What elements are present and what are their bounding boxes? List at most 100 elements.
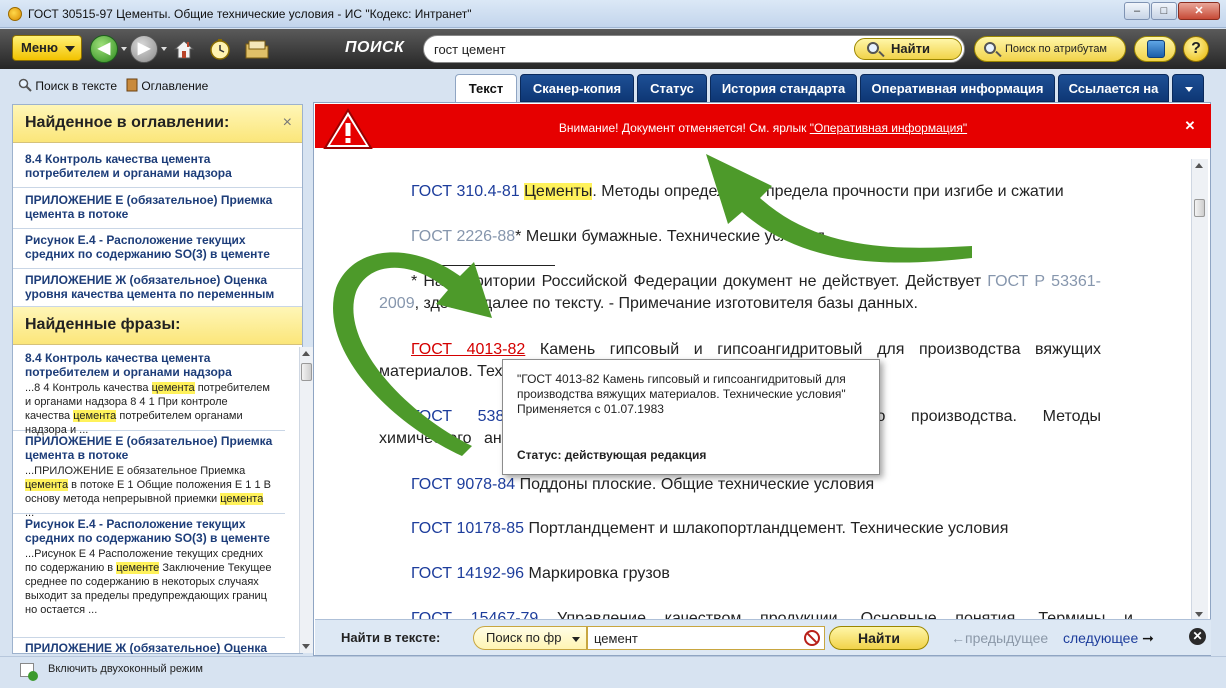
search-find-button[interactable]: Найти (854, 38, 962, 60)
phrase-title: Рисунок Е.4 - Расположение текущих средн… (25, 517, 270, 545)
dual-window-toggle[interactable] (20, 663, 38, 681)
search-label: ПОИСК (345, 39, 405, 56)
doc-paragraph: ГОСТ 15467-79 Управление качеством проду… (411, 608, 1133, 619)
clear-icon[interactable] (804, 630, 820, 646)
doc-paragraph: ГОСТ 10178-85 Портландцемент и шлакопорт… (411, 520, 1009, 537)
help-icon[interactable]: ? (1183, 36, 1209, 62)
phrase-item[interactable]: 8.4 Контроль качества цемента потребител… (13, 348, 285, 436)
phrase-item[interactable]: Рисунок Е.4 - Расположение текущих средн… (13, 514, 285, 638)
chevron-down-icon (1185, 87, 1193, 92)
scroll-down-icon[interactable] (302, 644, 310, 649)
scroll-up-icon[interactable] (1195, 163, 1203, 168)
tooltip-status: Статус: действующая редакция (517, 448, 707, 462)
find-in-text-button[interactable]: Найти (829, 626, 929, 650)
home-icon[interactable] (172, 37, 196, 61)
phrase-title: ПРИЛОЖЕНИЕ Ж (обязательное) Оценка (25, 641, 268, 654)
toc-item[interactable]: 8.4 Контроль качества цемента потребител… (13, 148, 302, 188)
tooltip-applied: Применяется с 01.07.1983 (517, 402, 664, 416)
scroll-down-icon[interactable] (1195, 612, 1203, 617)
findbar-close-icon[interactable]: ✕ (1189, 628, 1206, 645)
search-find-label: Найти (891, 41, 930, 56)
minimize-button[interactable]: – (1124, 2, 1150, 20)
doc-link-hover[interactable]: ГОСТ 4013-82 (411, 341, 525, 358)
toc-item[interactable]: Рисунок Е.4 - Расположение текущих средн… (13, 229, 302, 269)
tab-standard-history[interactable]: История стандарта (710, 74, 857, 102)
tooltip-title: "ГОСТ 4013-82 Камень гипсовый и гипсоанг… (517, 372, 846, 401)
clock-icon[interactable] (208, 37, 232, 61)
search-box: Найти (423, 35, 965, 63)
menu-button[interactable]: Меню (12, 35, 82, 61)
next-match-link[interactable]: следующее ➞ (1063, 630, 1154, 647)
dual-window-label: Включить двухоконный режим (48, 663, 203, 675)
forward-history-dropdown-icon[interactable] (161, 47, 167, 51)
left-scrollbar[interactable] (299, 347, 313, 653)
document-scrollbar[interactable] (1191, 159, 1208, 621)
alert-close-icon[interactable]: ✕ (1183, 119, 1197, 133)
toc-close-icon[interactable]: × (283, 114, 292, 132)
previous-match-link[interactable]: ←предыдущее (951, 630, 1048, 646)
left-panel: Найденное в оглавлении: × 8.4 Контроль к… (12, 104, 313, 654)
phrase-item[interactable]: ПРИЛОЖЕНИЕ Ж (обязательное) Оценка (13, 638, 285, 654)
magnifier-icon (867, 42, 879, 54)
toggle-indicator-icon (28, 671, 38, 681)
back-arrow-icon[interactable]: ◀ (90, 35, 118, 63)
title-bar: ГОСТ 30515-97 Цементы. Общие технические… (0, 0, 1226, 28)
tab-operational-info[interactable]: Оперативная информация (860, 74, 1055, 102)
attribute-search-button[interactable]: Поиск по атрибутам (974, 36, 1126, 62)
status-bar: Включить двухоконный режим (0, 656, 1226, 688)
scroll-thumb[interactable] (1194, 199, 1205, 217)
folder-icon[interactable] (244, 37, 269, 61)
chevron-down-icon (65, 46, 75, 52)
doc-paragraph: ГОСТ 310.4-81 Цементы. Методы определени… (411, 183, 1064, 200)
toc-item[interactable]: ПРИЛОЖЕНИЕ Ж (обязательное) Оценка уровн… (13, 269, 302, 307)
main-toolbar: Меню ◀ ▶ ПОИСК Найти Поиск по атрибутам … (0, 29, 1226, 69)
doc-link[interactable]: ГОСТ 14192-96 (411, 565, 524, 582)
phrase-snippet: ...ПРИЛОЖЕНИЕ Е обязательное Приемка цем… (25, 465, 271, 519)
alert-link[interactable]: "Оперативная информация" (810, 121, 967, 135)
globe-icon (1147, 40, 1165, 58)
tab-contents[interactable]: Оглавление (126, 78, 208, 93)
back-history-dropdown-icon[interactable] (121, 47, 127, 51)
attribute-search-label: Поиск по атрибутам (1005, 43, 1107, 55)
find-text-box (587, 626, 825, 650)
find-text-input[interactable] (594, 630, 794, 646)
arrow-right-icon: ➞ (1142, 630, 1154, 646)
find-label: Найти в тексте: (341, 630, 441, 645)
tab-status[interactable]: Статус (637, 74, 707, 102)
doc-footnote: * На территории Российской Федерации док… (379, 273, 1102, 312)
tab-search-in-text[interactable]: Поиск в тексте (18, 78, 117, 93)
doc-link[interactable]: ГОСТ 15467-79 (411, 610, 538, 619)
maximize-button[interactable]: □ (1151, 2, 1177, 20)
doc-link[interactable]: ГОСТ 310.4-81 (411, 183, 520, 200)
doc-link[interactable]: ГОСТ 2226-88 (411, 228, 515, 245)
toc-item[interactable]: ПРИЛОЖЕНИЕ Е (обязательное) Приемка цеме… (13, 189, 302, 229)
search-icon (18, 78, 32, 92)
phrases-section-title: Найденные фразы: (25, 316, 181, 333)
tab-scan-copy[interactable]: Сканер-копия (520, 74, 634, 102)
toc-section-header: Найденное в оглавлении: × (13, 105, 302, 143)
doc-paragraph: ГОСТ 14192-96 Маркировка грузов (411, 565, 670, 582)
find-mode-select[interactable]: Поиск по фр (473, 626, 587, 650)
footnote-divider (411, 265, 555, 266)
forward-arrow-icon[interactable]: ▶ (130, 35, 158, 63)
menu-label: Меню (21, 40, 59, 55)
network-button[interactable] (1134, 36, 1176, 62)
chevron-down-icon (572, 637, 580, 642)
phrase-snippet: ...8 4 Контроль качества цемента потреби… (25, 382, 270, 436)
doc-link[interactable]: ГОСТ 10178-85 (411, 520, 524, 537)
phrase-title: ПРИЛОЖЕНИЕ Е (обязательное) Приемка цеме… (25, 434, 273, 462)
tabs-more-button[interactable] (1172, 74, 1204, 102)
phrase-snippet: ...Рисунок Е 4 Расположение текущих сред… (25, 548, 272, 616)
close-button[interactable]: ✕ (1178, 2, 1220, 20)
phrase-item[interactable]: ПРИЛОЖЕНИЕ Е (обязательное) Приемка цеме… (13, 431, 285, 519)
scroll-thumb[interactable] (301, 363, 312, 381)
doc-link[interactable]: ГОСТ 9078-84 (411, 476, 515, 493)
scroll-up-icon[interactable] (302, 351, 310, 356)
magnifier-plus-icon (984, 42, 996, 54)
search-input[interactable] (434, 41, 854, 57)
tab-references[interactable]: Ссылается на (1058, 74, 1169, 102)
tab-text[interactable]: Текст (455, 74, 517, 103)
left-panel-tabs: Поиск в тексте Оглавление (0, 70, 306, 100)
tab-search-in-text-label: Поиск в тексте (35, 79, 118, 93)
doc-paragraph: ГОСТ 9078-84 Поддоны плоские. Общие техн… (411, 476, 875, 493)
